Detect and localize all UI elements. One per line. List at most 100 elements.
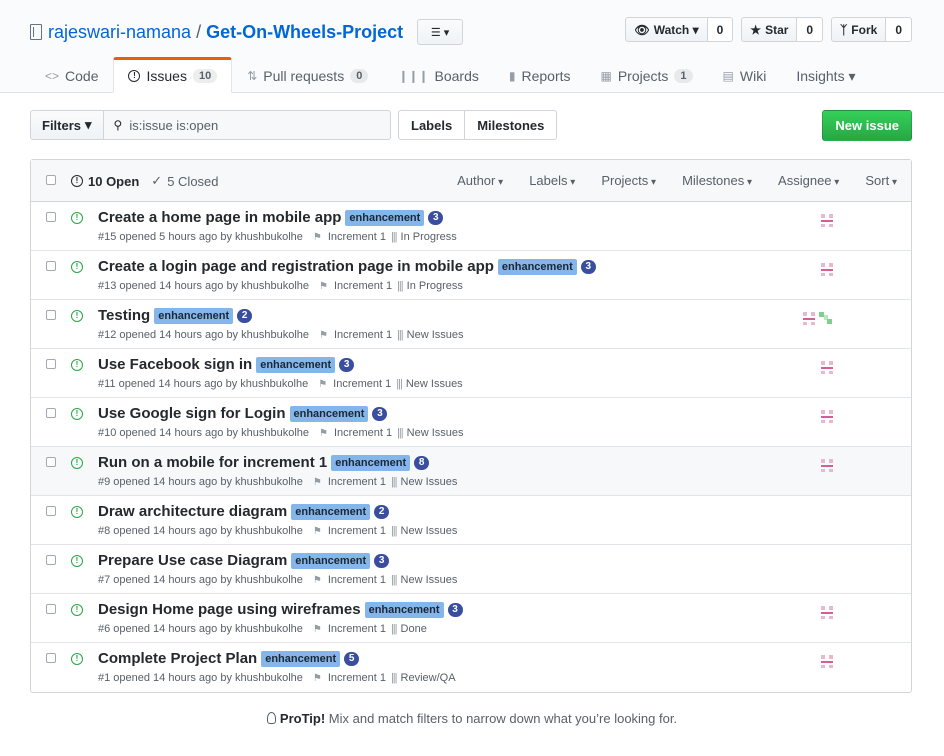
issue-milestone[interactable]: Increment 1: [328, 623, 386, 635]
issue-milestone[interactable]: Increment 1: [328, 231, 386, 243]
issue-label[interactable]: enhancement: [291, 503, 371, 520]
issue-milestone[interactable]: Increment 1: [334, 280, 392, 292]
issue-milestone[interactable]: Increment 1: [328, 476, 386, 488]
watch-button[interactable]: 👁 Watch ▾: [625, 17, 708, 42]
fork-button[interactable]: ᛉ Fork: [831, 17, 887, 42]
issue-milestone[interactable]: Increment 1: [333, 378, 391, 390]
issue-title[interactable]: Complete Project Plan: [98, 650, 257, 667]
issue-checkbox[interactable]: [46, 457, 56, 467]
issue-milestone[interactable]: Increment 1: [328, 525, 386, 537]
boards-icon: ❙❙❙: [398, 69, 429, 83]
assignee-avatar[interactable]: [819, 457, 835, 473]
issue-title[interactable]: Design Home page using wireframes: [98, 601, 361, 618]
issue-title[interactable]: Run on a mobile for increment 1: [98, 454, 327, 471]
assignee-avatar[interactable]: [819, 408, 835, 424]
issue-checkbox[interactable]: [46, 310, 56, 320]
issue-checkbox[interactable]: [46, 212, 56, 222]
issue-checkbox[interactable]: [46, 555, 56, 565]
issue-label[interactable]: enhancement: [289, 405, 369, 422]
fork-count[interactable]: 0: [886, 17, 912, 42]
issue-label[interactable]: enhancement: [345, 209, 425, 226]
issue-title[interactable]: Use Facebook sign in: [98, 356, 252, 373]
issue-milestone[interactable]: Increment 1: [328, 574, 386, 586]
milestones-button[interactable]: Milestones: [465, 110, 558, 140]
tab-insights[interactable]: Insights ▾: [781, 57, 870, 93]
assignee-avatar[interactable]: [819, 604, 835, 620]
issue-label[interactable]: enhancement: [154, 307, 234, 324]
new-issue-button[interactable]: New issue: [822, 110, 912, 141]
issue-opened-icon: !: [71, 653, 83, 665]
labels-button[interactable]: Labels: [398, 110, 466, 140]
issue-milestone[interactable]: Increment 1: [334, 427, 392, 439]
list-toggle-button[interactable]: ☰ ▾: [417, 19, 464, 45]
milestone-icon: ⚑: [312, 231, 322, 243]
issue-label[interactable]: enhancement: [497, 258, 577, 275]
issue-row[interactable]: ! Use Facebook sign in enhancement 3 #11 o…: [31, 349, 911, 398]
issue-milestone[interactable]: Increment 1: [328, 672, 386, 684]
issue-row[interactable]: ! Design Home page using wireframes enhan…: [31, 594, 911, 643]
sort-menu[interactable]: Sort: [865, 173, 897, 188]
closed-issues-link[interactable]: ✓ 5 Closed: [151, 173, 218, 189]
assignee-avatar[interactable]: [819, 261, 835, 277]
tab-boards[interactable]: ❙❙❙ Boards: [383, 57, 494, 93]
issue-title[interactable]: Use Google sign for Login: [98, 405, 286, 422]
tab-reports[interactable]: ▮ Reports: [494, 57, 586, 93]
issue-label[interactable]: enhancement: [256, 356, 336, 373]
tab-issues[interactable]: ! Issues 10: [113, 57, 233, 93]
assignee-avatars[interactable]: [801, 310, 835, 326]
issue-checkbox[interactable]: [46, 604, 56, 614]
issue-checkbox[interactable]: [46, 408, 56, 418]
assignee-menu[interactable]: Assignee: [778, 173, 839, 188]
issue-title[interactable]: Testing: [98, 307, 150, 324]
issue-label[interactable]: enhancement: [364, 601, 444, 618]
assignee-avatar[interactable]: [819, 653, 835, 669]
issue-label[interactable]: enhancement: [291, 552, 371, 569]
issue-title[interactable]: Prepare Use case Diagram: [98, 552, 287, 569]
labels-menu[interactable]: Labels: [529, 173, 575, 188]
issue-title[interactable]: Draw architecture diagram: [98, 503, 287, 520]
issue-pipeline: Review/QA: [400, 672, 456, 684]
issue-opened-icon: !: [71, 175, 83, 187]
filters-button[interactable]: Filters ▾: [30, 110, 104, 140]
repo-actions: 👁 Watch ▾ 0 ★ Star 0 ᛉ Fork 0: [625, 17, 912, 42]
issue-title[interactable]: Create a home page in mobile app: [98, 209, 341, 226]
issue-meta: #12 opened 14 hours ago by khushbukolhe: [98, 329, 310, 341]
assignee-avatar[interactable]: [819, 359, 835, 375]
star-label: Star: [765, 22, 789, 37]
issue-label[interactable]: enhancement: [331, 454, 411, 471]
tab-code[interactable]: <> Code: [30, 57, 113, 93]
star-count[interactable]: 0: [797, 17, 824, 42]
issue-row[interactable]: ! Use Google sign for Login enhancement 3 …: [31, 398, 911, 447]
issue-row[interactable]: ! Draw architecture diagram enhancement 2 …: [31, 496, 911, 545]
repo-owner-link[interactable]: rajeswari-namana: [48, 22, 191, 43]
issue-row[interactable]: ! Complete Project Plan enhancement 5 #1 o…: [31, 643, 911, 692]
repo-name-link[interactable]: Get-On-Wheels-Project: [206, 22, 403, 43]
fork-icon: ᛉ: [840, 22, 848, 37]
issue-label[interactable]: enhancement: [261, 650, 341, 667]
issue-checkbox[interactable]: [46, 359, 56, 369]
milestones-menu[interactable]: Milestones: [682, 173, 752, 188]
tab-projects[interactable]: ▦ Projects 1: [586, 57, 708, 93]
issue-row[interactable]: ! Testing enhancement 2 #12 opened 14 hour…: [31, 300, 911, 349]
issue-row[interactable]: ! Create a home page in mobile app enhanc…: [31, 202, 911, 251]
author-menu[interactable]: Author: [457, 173, 503, 188]
watch-count[interactable]: 0: [707, 17, 734, 42]
issue-row[interactable]: ! Run on a mobile for increment 1 enhance…: [31, 447, 911, 496]
issue-title[interactable]: Create a login page and registration pag…: [98, 258, 494, 275]
open-issues-link[interactable]: ! 10 Open: [71, 173, 139, 189]
issue-pipeline: In Progress: [406, 280, 463, 292]
issue-milestone[interactable]: Increment 1: [334, 329, 392, 341]
issue-row[interactable]: ! Create a login page and registration p…: [31, 251, 911, 300]
issue-checkbox[interactable]: [46, 506, 56, 516]
issue-checkbox[interactable]: [46, 261, 56, 271]
light-bulb-icon: [266, 712, 276, 724]
select-all-checkbox[interactable]: [46, 175, 56, 185]
assignee-avatar[interactable]: [819, 212, 835, 228]
projects-menu[interactable]: Projects: [601, 173, 656, 188]
tab-pull-requests[interactable]: ⇅ Pull requests 0: [232, 57, 383, 93]
tab-wiki[interactable]: ▤ Wiki: [708, 57, 782, 93]
issue-checkbox[interactable]: [46, 653, 56, 663]
search-input[interactable]: [129, 117, 370, 133]
issue-row[interactable]: ! Prepare Use case Diagram enhancement 3 #…: [31, 545, 911, 594]
star-button[interactable]: ★ Star: [741, 17, 798, 42]
